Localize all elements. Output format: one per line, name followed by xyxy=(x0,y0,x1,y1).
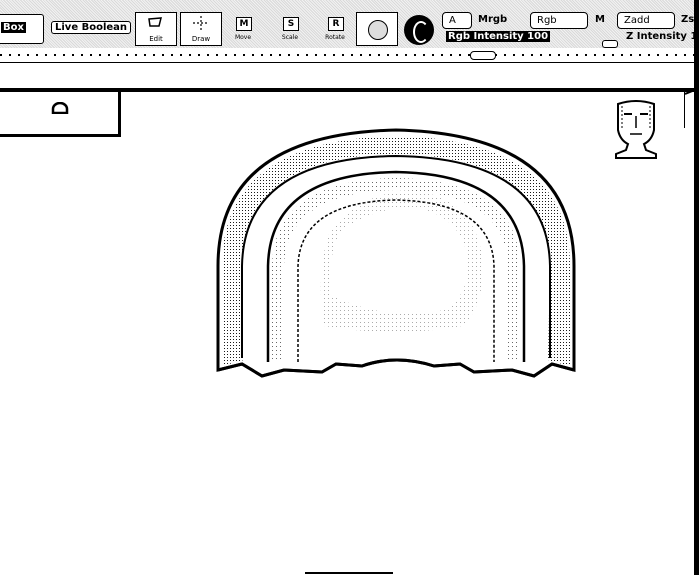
scale-label: Scale xyxy=(281,34,299,41)
navigation-head-icon[interactable] xyxy=(608,100,664,160)
move-label: Move xyxy=(234,34,252,41)
scale-icon: S xyxy=(283,17,299,31)
color-sphere-icon[interactable] xyxy=(404,15,434,45)
live-boolean-button[interactable]: Live Boolean xyxy=(51,21,132,34)
material-button[interactable] xyxy=(356,12,398,46)
dome-mesh[interactable] xyxy=(212,126,580,378)
draw-label: Draw xyxy=(191,35,211,43)
box-button[interactable]: Box xyxy=(0,14,44,44)
timeline-ruler[interactable] xyxy=(0,48,699,63)
move-icon: M xyxy=(236,17,252,31)
material-sphere-icon xyxy=(368,20,388,40)
rotate-icon: R xyxy=(328,17,344,31)
mrgb-toggle[interactable]: Mrgb xyxy=(478,14,507,25)
top-toolbar: Box Live Boolean Edit Draw M Move S Scal… xyxy=(0,0,699,48)
a-toggle[interactable]: A xyxy=(442,12,472,29)
box-label: Box xyxy=(1,22,26,33)
edit-label: Edit xyxy=(149,35,163,43)
bottom-divider xyxy=(305,572,393,574)
mesh-thumbnail-icon xyxy=(51,99,69,115)
rotate-label: Rotate xyxy=(325,34,345,41)
edit-button[interactable]: Edit xyxy=(135,12,177,46)
scale-button[interactable]: S Scale xyxy=(276,14,304,42)
subtool-thumbnail-panel[interactable] xyxy=(0,92,121,137)
rotate-button[interactable]: R Rotate xyxy=(321,14,349,42)
draw-button[interactable]: Draw xyxy=(180,12,222,46)
draw-icon xyxy=(181,16,221,34)
z-intensity-knob[interactable] xyxy=(602,40,618,48)
rgb-toggle[interactable]: Rgb xyxy=(530,12,588,29)
z-intensity-slider[interactable]: Z Intensity 10 xyxy=(626,31,699,42)
rgb-intensity-slider[interactable]: Rgb Intensity 100 xyxy=(446,31,551,42)
move-button[interactable]: M Move xyxy=(229,14,257,42)
timeline-knob[interactable] xyxy=(470,51,496,60)
m-toggle[interactable]: M xyxy=(595,14,605,25)
right-edge-bar xyxy=(694,0,699,575)
zadd-toggle[interactable]: Zadd xyxy=(617,12,675,29)
right-tray-handle[interactable] xyxy=(684,88,696,128)
zsub-toggle[interactable]: Zs xyxy=(681,14,694,25)
edit-icon xyxy=(136,16,176,34)
